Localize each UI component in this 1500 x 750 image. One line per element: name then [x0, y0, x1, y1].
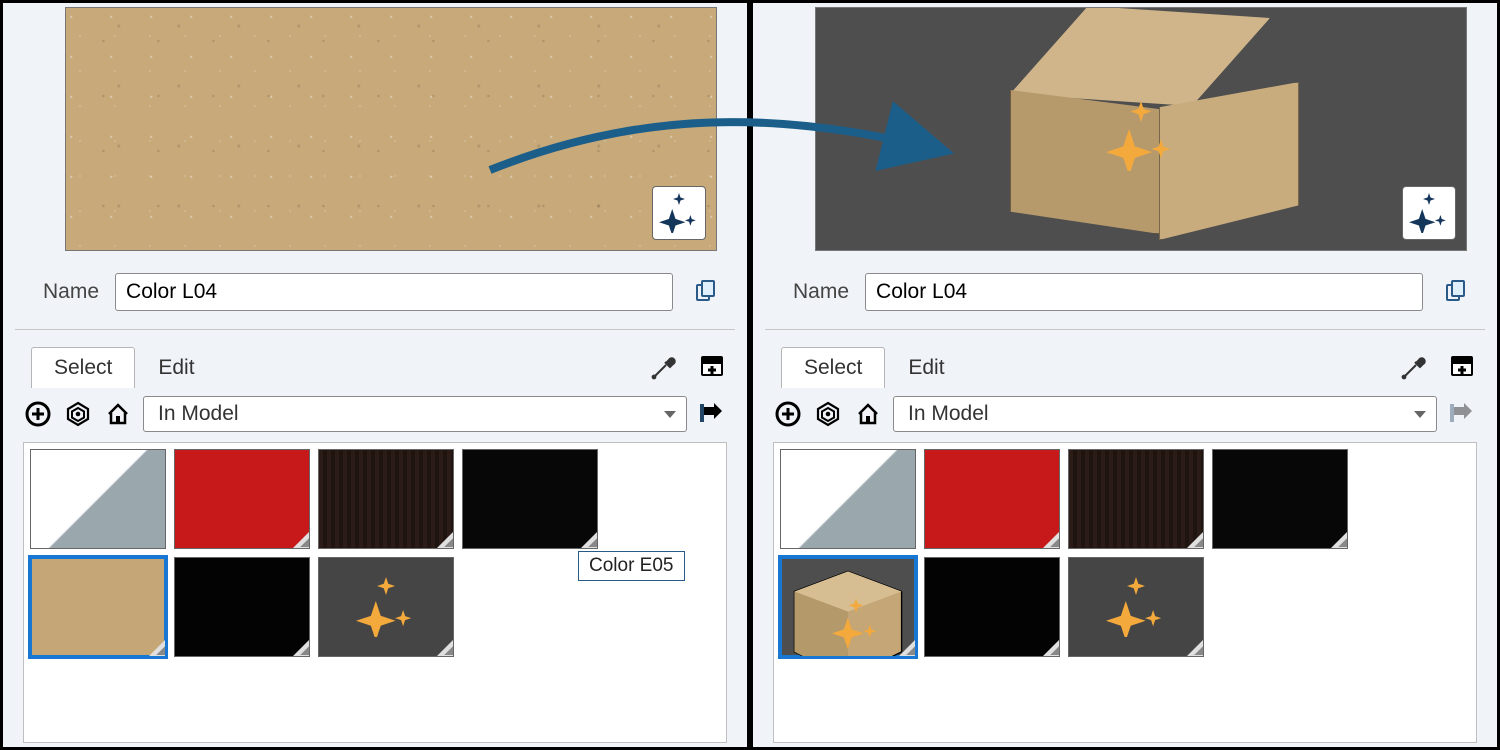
plus-circle-icon — [775, 401, 801, 427]
export-arrow-icon — [1449, 401, 1475, 427]
duplicate-material-button[interactable] — [1439, 275, 1473, 309]
plus-circle-icon — [25, 401, 51, 427]
material-swatch-wood[interactable] — [1068, 449, 1204, 549]
separator — [765, 329, 1485, 330]
materials-panel-before: Name Select Edit — [3, 3, 747, 747]
separator — [15, 329, 735, 330]
chevron-down-icon — [664, 411, 676, 418]
material-name-input[interactable] — [115, 273, 673, 311]
library-select-value: In Model — [908, 402, 989, 426]
library-menu-button[interactable] — [1447, 399, 1477, 429]
material-swatch-black[interactable] — [462, 449, 598, 549]
add-material-button[interactable] — [23, 399, 53, 429]
material-preview[interactable] — [65, 7, 717, 251]
texture-indicator-icon — [293, 640, 309, 656]
material-grid: Color E05 — [23, 442, 727, 743]
texture-indicator-icon — [149, 640, 165, 656]
tab-bar: Select Edit — [31, 340, 735, 388]
sample-paint-button[interactable] — [649, 352, 679, 382]
texture-indicator-icon — [1043, 640, 1059, 656]
tab-bar: Select Edit — [781, 340, 1485, 388]
home-library-button[interactable] — [103, 399, 133, 429]
library-menu-button[interactable] — [697, 399, 727, 429]
swatch-tooltip: Color E05 — [578, 551, 685, 581]
new-library-button[interactable] — [697, 352, 727, 382]
sparkle-icon — [1409, 193, 1449, 233]
tab-select[interactable]: Select — [781, 347, 885, 388]
hexagon-icon — [815, 401, 841, 427]
tab-edit[interactable]: Edit — [885, 347, 967, 388]
preview-texture-flat — [66, 8, 716, 250]
texture-indicator-icon — [1187, 532, 1203, 548]
material-swatch-red[interactable] — [924, 449, 1060, 549]
texture-indicator-icon — [437, 640, 453, 656]
material-swatch-gray[interactable] — [1068, 557, 1204, 657]
sparkle-icon — [1106, 577, 1166, 637]
add-material-button[interactable] — [773, 399, 803, 429]
material-grid — [773, 442, 1477, 743]
texture-indicator-icon — [293, 532, 309, 548]
hexagon-icon — [65, 401, 91, 427]
texture-indicator-icon — [1187, 640, 1203, 656]
texture-indicator-icon — [899, 640, 915, 656]
material-swatch-default[interactable] — [780, 449, 916, 549]
library-select[interactable]: In Model — [893, 396, 1437, 432]
material-name-input[interactable] — [865, 273, 1423, 311]
material-swatch-wood[interactable] — [318, 449, 454, 549]
texture-indicator-icon — [581, 532, 597, 548]
texture-indicator-icon — [1043, 532, 1059, 548]
texture-indicator-icon — [437, 532, 453, 548]
material-swatch-black2[interactable] — [174, 557, 310, 657]
new-collection-icon — [1449, 354, 1475, 380]
copy-icon — [694, 280, 718, 304]
home-icon — [105, 401, 131, 427]
eyedropper-icon — [651, 354, 677, 380]
home-library-button[interactable] — [853, 399, 883, 429]
preview-mode-toggle-button[interactable] — [1402, 186, 1456, 240]
thumbnail-cube-icon — [781, 558, 915, 657]
material-swatch-tan[interactable] — [30, 557, 166, 657]
name-label: Name — [793, 280, 849, 304]
home-icon — [855, 401, 881, 427]
sample-paint-button[interactable] — [1399, 352, 1429, 382]
copy-icon — [1444, 280, 1468, 304]
preview-mode-toggle-button[interactable] — [652, 186, 706, 240]
name-label: Name — [43, 280, 99, 304]
materials-panel-after: Name Select Edit — [753, 3, 1497, 747]
chevron-down-icon — [1414, 411, 1426, 418]
material-swatch-black[interactable] — [1212, 449, 1348, 549]
eyedropper-icon — [1401, 354, 1427, 380]
texture-indicator-icon — [1331, 532, 1347, 548]
material-swatch-default[interactable] — [30, 449, 166, 549]
material-swatch-thumb[interactable] — [780, 557, 916, 657]
duplicate-material-button[interactable] — [689, 275, 723, 309]
secondary-pane-toggle[interactable] — [63, 399, 93, 429]
sparkle-icon — [356, 577, 416, 637]
new-collection-icon — [699, 354, 725, 380]
material-swatch-black2[interactable] — [924, 557, 1060, 657]
material-swatch-red[interactable] — [174, 449, 310, 549]
library-select-value: In Model — [158, 402, 239, 426]
library-select[interactable]: In Model — [143, 396, 687, 432]
preview-3d-cube — [816, 8, 1466, 250]
new-library-button[interactable] — [1447, 352, 1477, 382]
material-swatch-gray[interactable] — [318, 557, 454, 657]
export-arrow-icon — [699, 401, 725, 427]
tab-edit[interactable]: Edit — [135, 347, 217, 388]
tab-select[interactable]: Select — [31, 347, 135, 388]
sparkle-icon — [659, 193, 699, 233]
material-preview[interactable] — [815, 7, 1467, 251]
secondary-pane-toggle[interactable] — [813, 399, 843, 429]
